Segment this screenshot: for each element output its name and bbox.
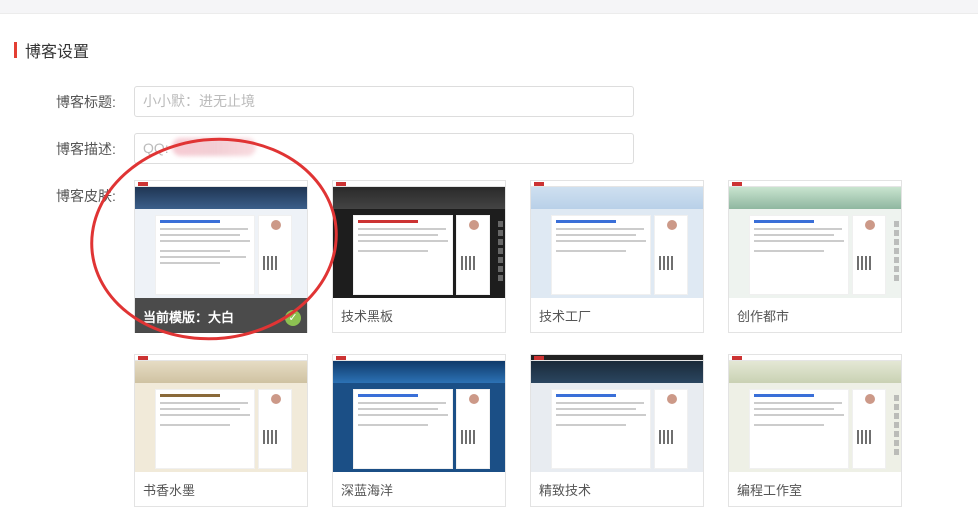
skin-card-tech-factory[interactable]: 技术工厂 [530,180,704,333]
skin-thumbnail [729,355,901,472]
blog-title-label: 博客标题: [56,94,116,110]
skin-card-refined-tech[interactable]: 精致技术 [530,354,704,507]
blog-description-label: 博客描述: [56,141,116,157]
skin-name: 技术黑板 [341,309,394,324]
skin-name: 精致技术 [539,483,592,498]
skin-name: 大白 [208,310,235,325]
section-accent-bar [14,42,17,58]
skin-name: 技术工厂 [539,309,592,324]
skin-thumbnail [531,181,703,298]
skin-card-dabai[interactable]: 当前模版：大白 ✓ [134,180,308,333]
current-template-overlay: 当前模版：大白 ✓ [135,298,307,333]
skin-name: 深蓝海洋 [341,483,394,498]
current-template-prefix: 当前模版： [143,310,209,325]
skin-thumbnail [333,355,505,472]
skin-card-tech-blackboard[interactable]: 技术黑板 [332,180,506,333]
skin-thumbnail [333,181,505,298]
skin-thumbnail [135,181,307,298]
skin-card-ink-wash[interactable]: 书香水墨 [134,354,308,507]
blog-title-input[interactable]: 小小默：进无止境 [134,86,634,117]
skin-name: 创作都市 [737,309,790,324]
skin-thumbnail [729,181,901,298]
top-bar [0,0,978,14]
section-title: 博客设置 [25,44,90,61]
skin-thumbnail [135,355,307,472]
blog-skin-label: 博客皮肤: [56,188,116,204]
skin-card-deep-ocean[interactable]: 深蓝海洋 [332,354,506,507]
skin-card-creative-city[interactable]: 创作都市 [728,180,902,333]
skin-name: 书香水墨 [143,483,196,498]
check-icon: ✓ [285,310,301,326]
skin-card-coding-studio[interactable]: 编程工作室 [728,354,902,507]
skin-name: 编程工作室 [737,483,803,498]
skin-thumbnail [531,355,703,472]
section-header: 博客设置 [14,40,90,61]
redacted-blur [172,138,256,156]
